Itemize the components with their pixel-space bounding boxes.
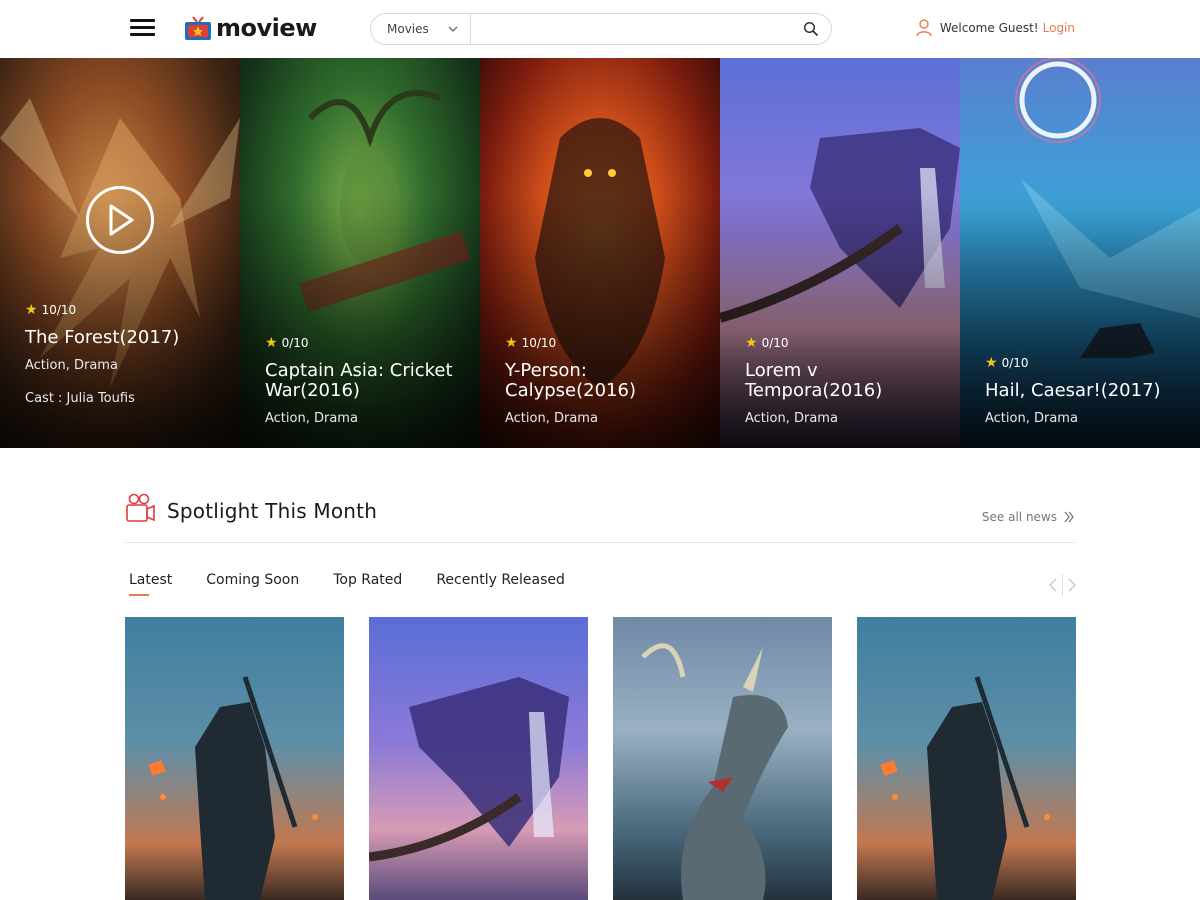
- spotlight-header: Spotlight This Month See all news: [125, 493, 1075, 543]
- tab-top-rated[interactable]: Top Rated: [333, 572, 402, 596]
- slide-info: ★ 0/10 Hail, Caesar!(2017) Action, Drama: [985, 355, 1190, 426]
- slide-rating: ★ 0/10: [745, 335, 950, 351]
- user-area: Welcome Guest! Login: [916, 19, 1075, 37]
- login-link[interactable]: Login: [1043, 21, 1075, 35]
- see-all-label: See all news: [981, 510, 1057, 524]
- hero-carousel: ★ 10/10 The Forest(2017) Action, Drama Ca…: [0, 58, 1200, 448]
- slide-rating: ★ 10/10: [505, 335, 710, 351]
- movie-card[interactable]: [857, 617, 1076, 900]
- slide-title[interactable]: Captain Asia: Cricket War(2016): [265, 361, 470, 401]
- spotlight-tabs: Latest Coming Soon Top Rated Recently Re…: [129, 572, 599, 596]
- arrow-divider: [1062, 574, 1063, 596]
- slide-title[interactable]: Hail, Caesar!(2017): [985, 381, 1190, 401]
- section-title: Spotlight This Month: [167, 499, 378, 523]
- tv-logo-icon: [185, 16, 211, 40]
- slide-rating: ★ 0/10: [985, 355, 1190, 371]
- star-icon: ★: [25, 302, 38, 318]
- slide-genre: Action, Drama: [985, 411, 1078, 426]
- chevron-right-icon[interactable]: [1067, 577, 1077, 593]
- play-button[interactable]: [86, 186, 154, 254]
- play-icon: [109, 204, 134, 236]
- slide-title[interactable]: Lorem v Tempora(2016): [745, 361, 950, 401]
- movie-grid: [125, 617, 1076, 900]
- tab-latest[interactable]: Latest: [129, 572, 172, 596]
- hero-slide[interactable]: ★ 0/10 Hail, Caesar!(2017) Action, Drama: [960, 58, 1200, 448]
- chevron-left-icon[interactable]: [1048, 577, 1058, 593]
- tab-coming-soon[interactable]: Coming Soon: [206, 572, 299, 596]
- slide-title[interactable]: The Forest(2017): [25, 328, 230, 348]
- site-logo[interactable]: moview: [184, 13, 317, 43]
- welcome-text: Welcome Guest!: [939, 21, 1039, 35]
- slide-info: ★ 10/10 Y-Person: Calypse(2016) Action, D…: [505, 335, 710, 426]
- movie-card[interactable]: [369, 617, 588, 900]
- search-category-select[interactable]: Movies: [371, 14, 471, 44]
- search-category-label: Movies: [387, 22, 429, 36]
- slide-genre: Action, Drama: [505, 411, 598, 426]
- hero-slide[interactable]: ★ 0/10 Captain Asia: Cricket War(2016) Ac…: [240, 58, 480, 448]
- hero-slide[interactable]: ★ 0/10 Lorem v Tempora(2016) Action, Dram…: [720, 58, 960, 448]
- double-chevron-right-icon: [1064, 511, 1074, 523]
- search-input[interactable]: [471, 14, 791, 44]
- hero-slide[interactable]: ★ 10/10 Y-Person: Calypse(2016) Action, D…: [480, 58, 720, 448]
- slide-cast: Cast : Julia Toufis: [25, 391, 135, 406]
- card-artwork: [641, 643, 788, 900]
- rating-value: 0/10: [281, 336, 309, 350]
- star-icon: ★: [985, 355, 998, 371]
- star-icon: ★: [745, 335, 758, 351]
- star-icon: ★: [505, 335, 518, 351]
- movie-card[interactable]: [613, 617, 832, 900]
- slide-genre: Action, Drama: [745, 411, 838, 426]
- slide-info: ★ 10/10 The Forest(2017) Action, Drama Ca…: [25, 302, 230, 406]
- hero-slide[interactable]: ★ 10/10 The Forest(2017) Action, Drama Ca…: [0, 58, 240, 448]
- tab-recently-released[interactable]: Recently Released: [436, 572, 565, 596]
- slide-rating: ★ 0/10: [265, 335, 470, 351]
- slide-info: ★ 0/10 Captain Asia: Cricket War(2016) Ac…: [265, 335, 470, 426]
- carousel-arrows: [1048, 574, 1077, 596]
- search-button[interactable]: [791, 14, 831, 44]
- star-icon: ★: [265, 335, 278, 351]
- rating-value: 0/10: [761, 336, 789, 350]
- slide-genre: Action, Drama: [265, 411, 358, 426]
- slide-genre: Action, Drama: [25, 358, 118, 373]
- slide-rating: ★ 10/10: [25, 302, 230, 318]
- see-all-link[interactable]: See all news: [982, 510, 1075, 524]
- slide-title[interactable]: Y-Person: Calypse(2016): [505, 361, 710, 401]
- site-header: moview Movies Welcome Guest! Login: [0, 0, 1200, 58]
- card-artwork: [148, 676, 318, 900]
- rating-value: 10/10: [521, 336, 557, 350]
- card-artwork: [880, 676, 1050, 900]
- user-icon: [916, 19, 932, 37]
- rating-value: 0/10: [1001, 356, 1029, 370]
- search-bar: Movies: [370, 13, 832, 45]
- menu-icon[interactable]: [130, 19, 156, 39]
- film-camera-icon: [126, 493, 155, 522]
- slide-info: ★ 0/10 Lorem v Tempora(2016) Action, Dram…: [745, 335, 950, 426]
- rating-value: 10/10: [41, 303, 77, 317]
- search-icon: [803, 21, 819, 37]
- logo-text: moview: [216, 14, 317, 42]
- card-artwork: [369, 677, 569, 862]
- movie-card[interactable]: [125, 617, 344, 900]
- chevron-down-icon: [448, 26, 458, 32]
